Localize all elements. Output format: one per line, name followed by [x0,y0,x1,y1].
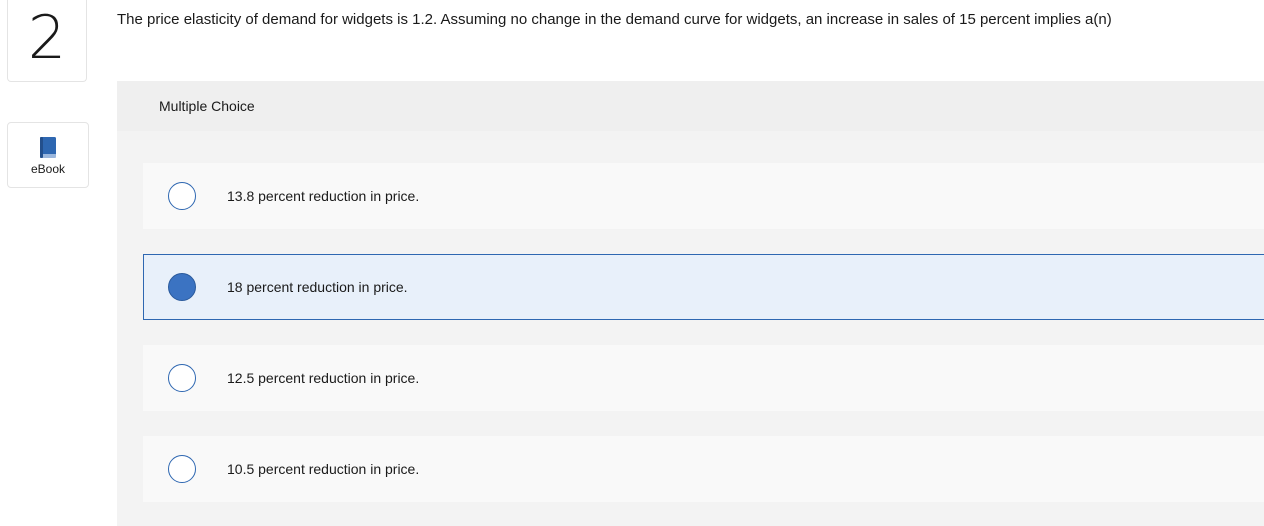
radio-button[interactable] [168,364,196,392]
question-type-label: Multiple Choice [159,98,255,114]
ebook-button[interactable]: eBook [7,122,89,188]
radio-button[interactable] [168,273,196,301]
radio-button[interactable] [168,182,196,210]
question-type-header: Multiple Choice [117,81,1264,131]
answer-option-c[interactable]: 12.5 percent reduction in price. [143,345,1264,411]
answer-option-label: 10.5 percent reduction in price. [227,461,420,477]
book-icon [40,137,56,158]
radio-button[interactable] [168,455,196,483]
answer-option-d[interactable]: 10.5 percent reduction in price. [143,436,1264,502]
answer-option-label: 13.8 percent reduction in price. [227,188,420,204]
question-number-box: 2 [7,0,87,82]
answer-panel: Multiple Choice 13.8 percent reduction i… [117,81,1264,526]
answer-option-b[interactable]: 18 percent reduction in price. [143,254,1264,320]
question-text: The price elasticity of demand for widge… [117,11,1112,28]
answer-option-label: 12.5 percent reduction in price. [227,370,420,386]
answer-option-a[interactable]: 13.8 percent reduction in price. [143,163,1264,229]
question-number: 2 [27,2,67,73]
ebook-label: eBook [30,162,66,176]
answer-option-label: 18 percent reduction in price. [227,279,408,295]
question-page: 2 eBook The price elasticity of demand f… [0,0,1264,526]
answer-options: 13.8 percent reduction in price. 18 perc… [143,163,1264,526]
